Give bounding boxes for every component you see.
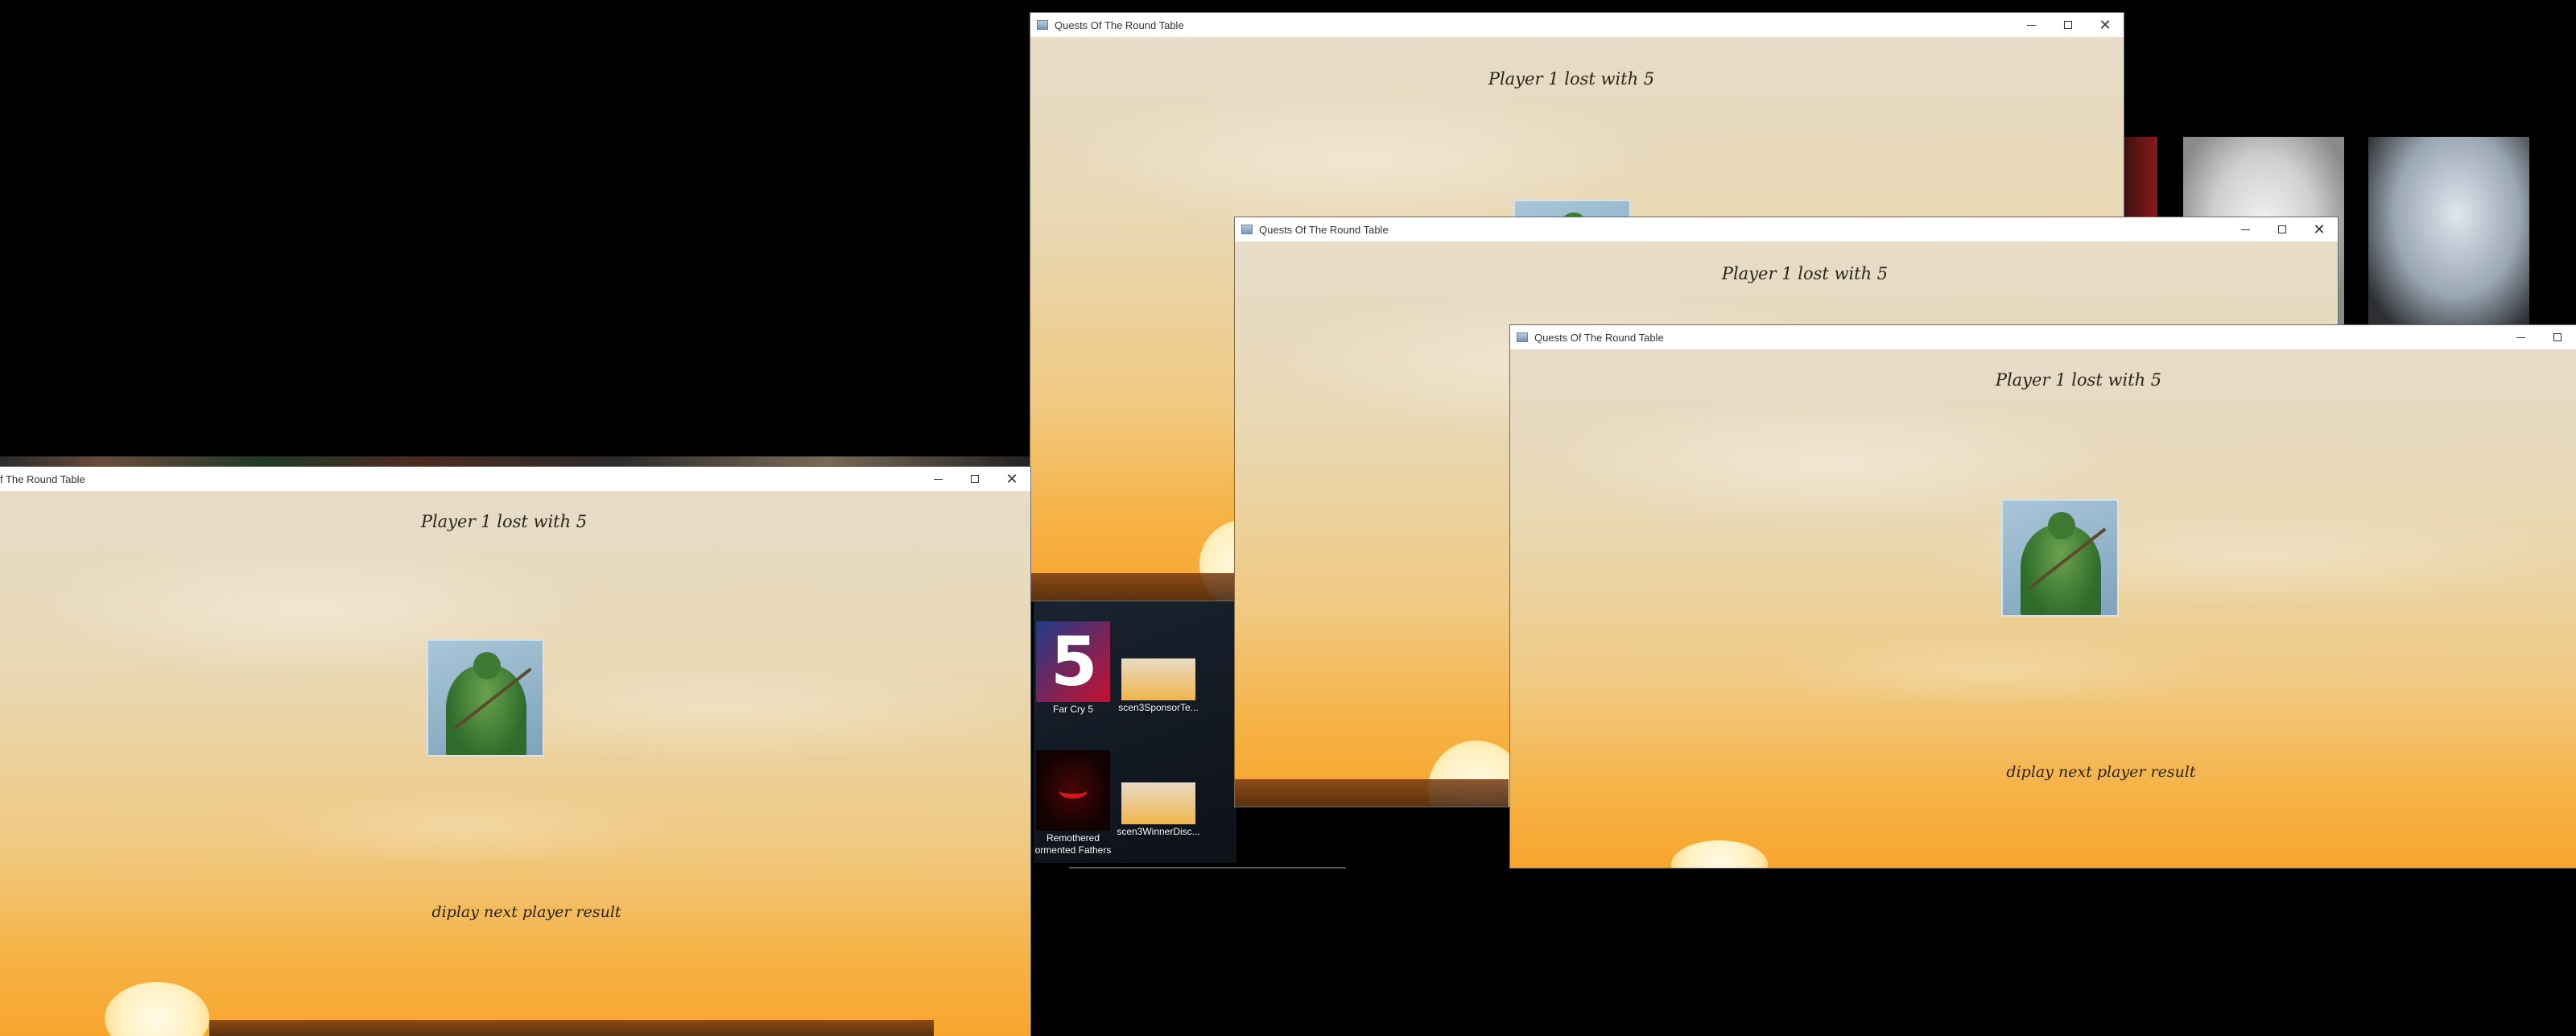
game-window-3[interactable]: Quests Of The Round Table Player 1 lost …	[1510, 325, 2576, 868]
close-button[interactable]: ✕	[2087, 13, 2124, 37]
window-title: Quests Of The Round Table	[1055, 19, 1184, 31]
far-cry-badge: 5	[1051, 622, 1098, 701]
desktop-icon-far-cry[interactable]: 5 Far Cry 5	[1030, 621, 1116, 716]
app-icon	[1241, 225, 1253, 234]
image-thumbnail-icon	[1121, 782, 1195, 824]
maximize-button[interactable]	[2539, 325, 2576, 349]
minimize-button[interactable]	[2227, 217, 2264, 241]
window-title: f The Round Table	[0, 473, 85, 485]
desktop-icon-label: Remothered ormented Fathers	[1034, 832, 1112, 856]
desktop-icon-remothered[interactable]: Remothered ormented Fathers	[1030, 750, 1116, 856]
status-message: Player 1 lost with 5	[1721, 264, 1889, 283]
desktop-icon-scen3-sponsor[interactable]: scen3SponsorTe...	[1116, 658, 1201, 714]
red-wings-icon	[1036, 750, 1110, 831]
sun	[1671, 840, 1768, 868]
game-canvas[interactable]: Player 1 lost with 5 diplay next player …	[1510, 349, 2576, 868]
city-skyline	[209, 1020, 934, 1036]
title-bar[interactable]: Quests Of The Round Table	[1510, 325, 2576, 349]
app-icon	[1037, 20, 1048, 30]
next-player-message: diplay next player result	[2006, 763, 2196, 781]
image-thumbnail-icon	[1121, 658, 1195, 700]
desktop-icon-label: scen3SponsorTe...	[1118, 702, 1199, 713]
title-bar[interactable]: Quests Of The Round Table ✕	[1235, 217, 2338, 241]
maximize-button[interactable]	[956, 467, 993, 491]
next-player-message: diplay next player result	[431, 903, 621, 921]
city-skyline	[1235, 779, 1509, 807]
wallpaper-image-red	[2122, 137, 2157, 217]
character-card[interactable]	[2001, 499, 2119, 617]
title-bar[interactable]: Quests Of The Round Table ✕	[1030, 13, 2124, 37]
wallpaper-image-hood-2	[2368, 137, 2529, 330]
game-window-4[interactable]: f The Round Table ✕ Player 1 lost with 5…	[0, 467, 1030, 1036]
title-bar[interactable]: f The Round Table ✕	[0, 467, 1030, 491]
app-icon	[1517, 332, 1528, 342]
window-title: Quests Of The Round Table	[1259, 223, 1389, 236]
close-button[interactable]: ✕	[993, 467, 1030, 491]
maximize-button[interactable]	[2050, 13, 2087, 37]
status-message: Player 1 lost with 5	[1488, 69, 1655, 89]
status-message: Player 1 lost with 5	[420, 512, 588, 531]
status-message: Player 1 lost with 5	[1995, 370, 2162, 390]
sun	[105, 982, 209, 1036]
close-button[interactable]: ✕	[2301, 217, 2338, 241]
desktop-icon-scen3-winner[interactable]: scen3WinnerDisc...	[1116, 782, 1201, 838]
far-cry-5-icon: 5	[1036, 621, 1110, 702]
window-title: Quests Of The Round Table	[1534, 331, 1664, 344]
minimize-button[interactable]	[919, 467, 956, 491]
city-skyline	[1030, 573, 1240, 601]
desktop-icon-label: Far Cry 5	[1052, 704, 1093, 715]
character-card[interactable]	[427, 639, 544, 757]
maximize-button[interactable]	[2264, 217, 2301, 241]
desktop-divider	[1069, 867, 1346, 869]
minimize-button[interactable]	[2013, 13, 2050, 37]
minimize-button[interactable]	[2502, 325, 2539, 349]
desktop-icon-label: scen3WinnerDisc...	[1117, 826, 1200, 837]
game-canvas[interactable]: Player 1 lost with 5 diplay next player …	[0, 491, 1030, 1036]
